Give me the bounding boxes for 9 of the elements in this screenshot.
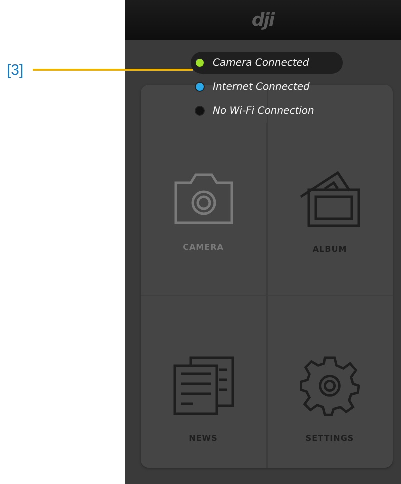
settings-icon xyxy=(300,356,360,416)
photos-icon xyxy=(300,171,360,228)
camera-icon xyxy=(174,173,234,226)
documents-icon xyxy=(172,356,234,416)
status-text: No Wi-Fi Connection xyxy=(213,106,314,116)
logo: dji xyxy=(252,10,274,30)
status-text: Internet Connected xyxy=(213,82,310,92)
status-text: Camera Connected xyxy=(213,58,310,68)
callout-label: [3] xyxy=(7,62,24,79)
